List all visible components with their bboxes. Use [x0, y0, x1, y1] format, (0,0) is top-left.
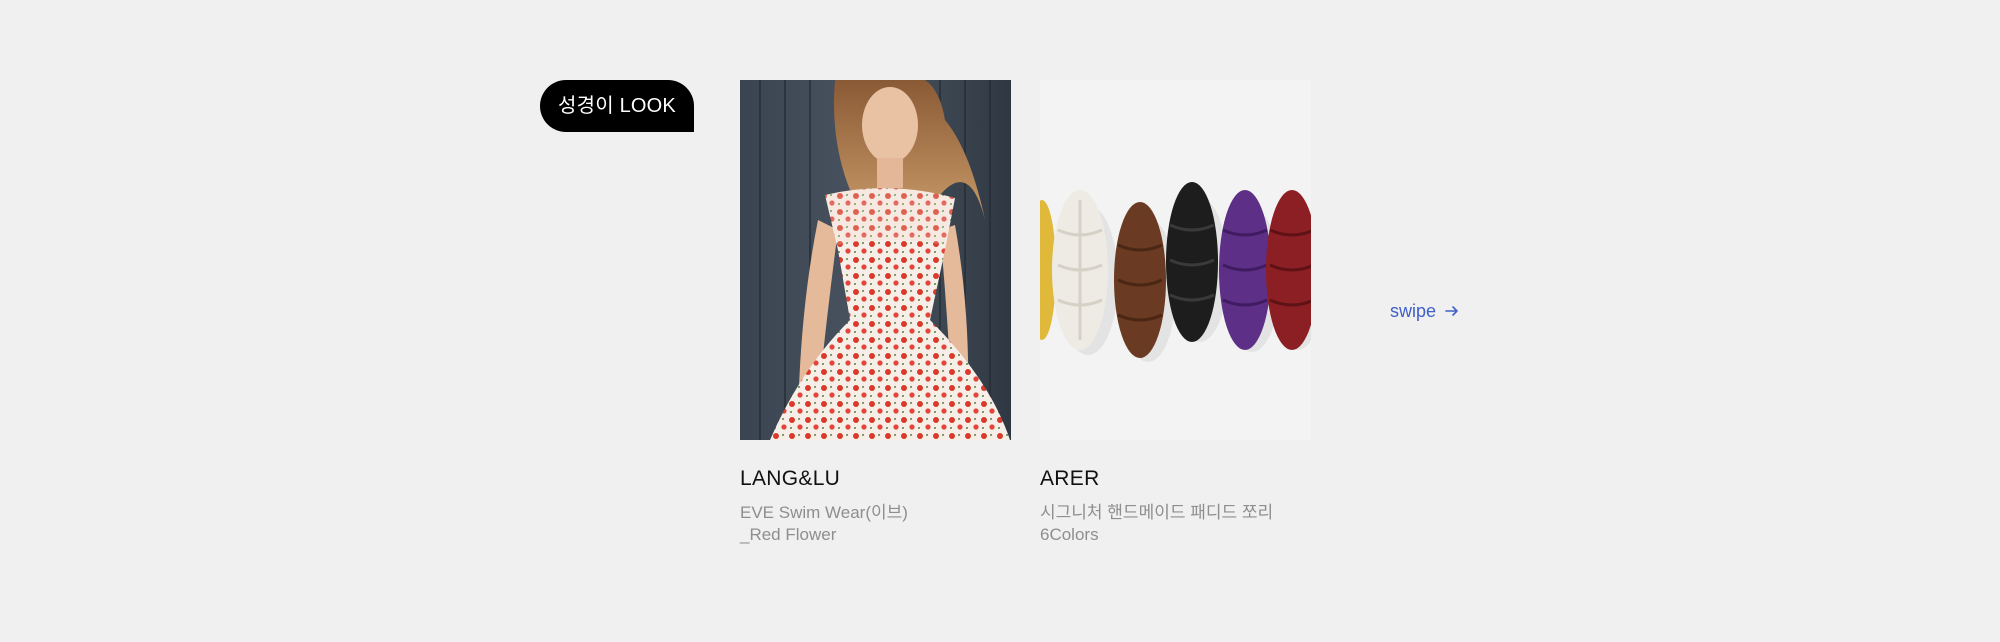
product-description-line: 6Colors: [1040, 525, 1099, 544]
product-card[interactable]: ARER 시그니처 핸드메이드 패디드 쪼리 6Colors: [1040, 80, 1311, 546]
product-description[interactable]: EVE Swim Wear(이브) _Red Flower: [740, 502, 1011, 546]
product-image[interactable]: [740, 80, 1011, 440]
look-tag: 성경이 LOOK: [540, 80, 694, 132]
product-brand[interactable]: ARER: [1040, 466, 1311, 492]
product-description-line: EVE Swim Wear(이브): [740, 503, 908, 522]
swipe-button[interactable]: swipe: [1390, 298, 1460, 324]
product-description-line: _Red Flower: [740, 525, 837, 544]
product-card[interactable]: LANG&LU EVE Swim Wear(이브) _Red Flower: [740, 80, 1011, 546]
product-image[interactable]: [1040, 80, 1311, 440]
product-brand[interactable]: LANG&LU: [740, 466, 1011, 492]
product-description-line: 시그니처 핸드메이드 패디드 쪼리: [1040, 503, 1274, 522]
arrow-right-icon: [1445, 306, 1458, 316]
look-section: 성경이 LOOK LANG&LU EVE Swim Wear(이브) _Red …: [0, 0, 2000, 642]
product-description[interactable]: 시그니처 핸드메이드 패디드 쪼리 6Colors: [1040, 502, 1311, 546]
swipe-label: swipe: [1390, 301, 1437, 321]
